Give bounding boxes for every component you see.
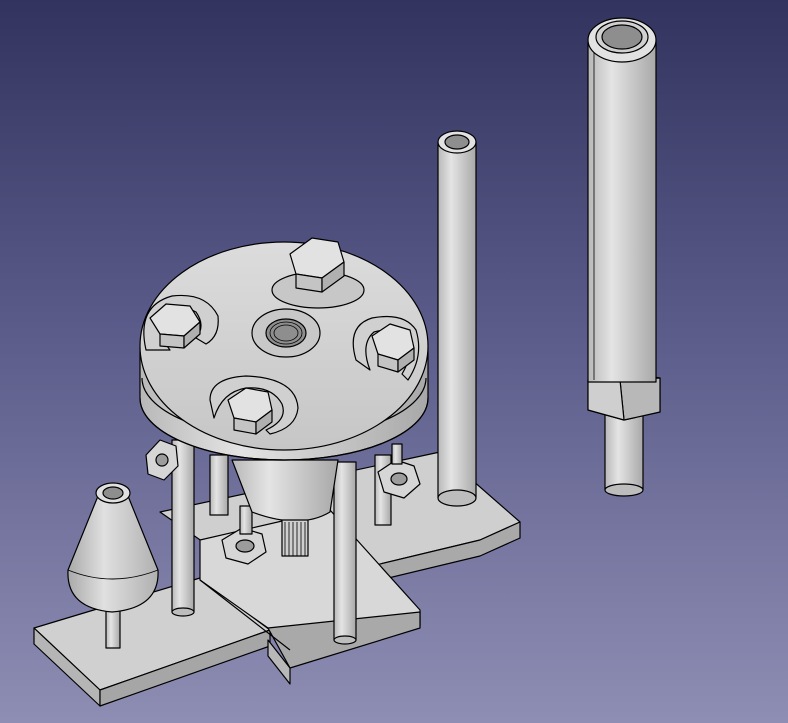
threaded-hole[interactable] — [251, 308, 321, 358]
hex-nut[interactable] — [377, 443, 421, 499]
hex-bolt[interactable] — [371, 323, 415, 373]
tall-tube[interactable] — [437, 130, 477, 507]
hex-bolt[interactable] — [227, 387, 273, 435]
large-tube[interactable] — [587, 17, 661, 497]
support-post[interactable] — [209, 454, 229, 516]
3d-viewport[interactable] — [0, 0, 788, 723]
cad-scene[interactable] — [0, 0, 788, 723]
support-post[interactable] — [333, 461, 357, 645]
